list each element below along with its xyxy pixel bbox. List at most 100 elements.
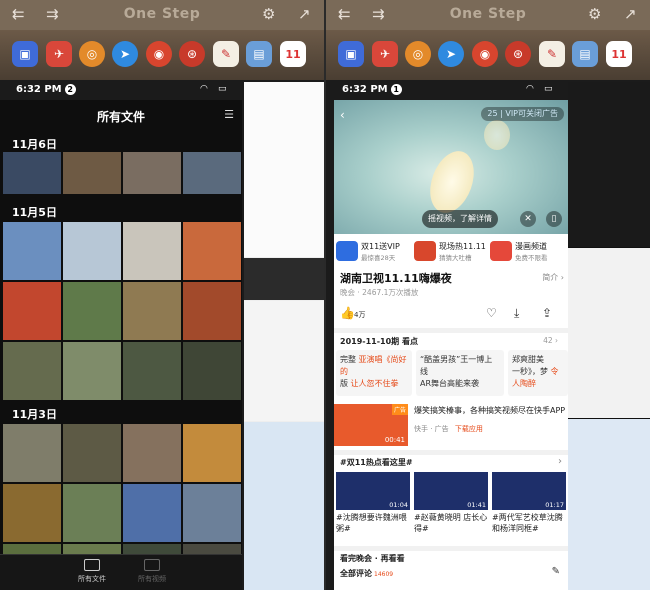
photo-thumbnail[interactable] [183, 342, 241, 400]
list-menu-icon[interactable]: ☰ [224, 108, 234, 121]
sina-weibo-icon[interactable]: ⊛ [179, 41, 205, 67]
photo-thumbnail[interactable] [123, 484, 181, 542]
photo-thumbnail[interactable] [3, 484, 61, 542]
photos-app: 所有文件 ☰ 11月6日 11月5日 11月3日 所有文件 所有视频 [0, 100, 242, 590]
video-duration: 01:04 [389, 501, 408, 509]
photo-grid [3, 222, 241, 400]
calendar-icon[interactable]: 11 [606, 41, 632, 67]
episode-card[interactable]: “酷盖男孩”王一博上线 AR舞台高能来袭 [416, 350, 504, 396]
photo-thumbnail[interactable] [63, 484, 121, 542]
recent-apps-strip[interactable] [568, 82, 650, 590]
tab-all-videos[interactable]: 所有视频 [122, 559, 182, 584]
video-player[interactable]: ‹ 25 | VIP可关闭广告 摇视频，了解详情 ✕ ▯ [334, 100, 568, 234]
notification-badge: 1 [390, 84, 402, 95]
app-thumbnail[interactable] [568, 82, 650, 247]
app-thumbnail[interactable] [244, 422, 324, 590]
photo-thumbnail[interactable] [183, 282, 241, 340]
paper-plane-icon[interactable]: ➤ [438, 41, 464, 67]
weibo-icon[interactable]: ◉ [472, 41, 498, 67]
promo-subtitle: 免费不限看 [515, 254, 548, 262]
notes-icon[interactable]: ✎ [213, 41, 239, 67]
promo-item[interactable]: 现场热11.11 猜猜大吐槽 [414, 239, 490, 263]
photos-tab-bar: 所有文件 所有视频 [0, 554, 242, 590]
back-arrow-icon[interactable]: ‹ [340, 108, 345, 122]
weibo-icon[interactable]: ◉ [146, 41, 172, 67]
video-thumbnail[interactable]: 01:17 [492, 472, 566, 510]
photo-thumbnail[interactable] [183, 152, 241, 194]
photo-thumbnail[interactable] [123, 342, 181, 400]
photo-thumbnail[interactable] [123, 152, 181, 194]
tab-all-files[interactable]: 所有文件 [62, 559, 122, 584]
ad-thumbnail[interactable]: 广告 00:41 [334, 404, 408, 446]
finder-icon[interactable]: ▣ [338, 41, 364, 67]
gear-icon[interactable]: ⚙ [262, 5, 275, 23]
download-app-link[interactable]: 下载应用 [455, 425, 483, 433]
diagonal-arrow-icon[interactable]: ↗ [298, 5, 311, 23]
episode-card[interactable]: 完整 亚演唱《尚好的版 让人忽不住拳 [336, 350, 412, 396]
hot-video-card[interactable]: 01:17 #两代军艺校草沈腾和杨洋同框# [492, 472, 566, 534]
app-thumbnail[interactable] [244, 258, 324, 300]
sina-weibo-icon[interactable]: ⊛ [505, 41, 531, 67]
photo-thumbnail[interactable] [3, 282, 61, 340]
photo-thumbnail[interactable] [123, 282, 181, 340]
like-icon[interactable]: 👍 [340, 306, 355, 320]
paper-plane-icon[interactable]: ➤ [112, 41, 138, 67]
app-thumbnail[interactable] [244, 301, 324, 421]
pin-icon[interactable]: ✈ [46, 41, 72, 67]
photo-thumbnail[interactable] [183, 484, 241, 542]
photo-thumbnail[interactable] [63, 152, 121, 194]
video-frame-shape [422, 145, 482, 219]
photo-thumbnail[interactable] [183, 424, 241, 482]
pin-icon[interactable]: ✈ [372, 41, 398, 67]
hot-video-card[interactable]: 01:41 #赵薇黄晓明 店长心得# [414, 472, 488, 534]
promo-icon [490, 241, 512, 261]
vip-ad-badge[interactable]: 25 | VIP可关闭广告 [481, 107, 564, 121]
photo-thumbnail[interactable] [3, 152, 61, 194]
gear-icon[interactable]: ⚙ [588, 5, 601, 23]
photo-thumbnail[interactable] [63, 282, 121, 340]
app-thumbnail[interactable] [244, 82, 324, 257]
shake-button[interactable]: 摇视频，了解详情 [422, 210, 498, 228]
recent-apps-strip[interactable] [244, 82, 324, 590]
promo-item[interactable]: 漫画频道 免费不限看 [490, 239, 566, 263]
preview-icon[interactable]: ▤ [246, 41, 272, 67]
episode-count[interactable]: 42 › [543, 336, 558, 345]
finder-icon[interactable]: ▣ [12, 41, 38, 67]
calendar-icon[interactable]: 11 [280, 41, 306, 67]
right-screen: ⇇ ⇉ One Step ⚙ ↗ ▣ ✈ ◎ ➤ ◉ ⊛ ✎ ▤ 11 6:32… [326, 0, 650, 590]
photo-thumbnail[interactable] [123, 222, 181, 280]
photo-thumbnail[interactable] [3, 222, 61, 280]
add-icon[interactable]: ♡ [486, 306, 497, 320]
divider [334, 450, 568, 455]
video-thumbnail[interactable]: 01:04 [336, 472, 410, 510]
photo-thumbnail[interactable] [63, 342, 121, 400]
share-icon[interactable]: ⇪ [542, 306, 552, 320]
episode-card[interactable]: 郑爽甜美 一秒》，梦 令人陶醉 [508, 350, 568, 396]
preview-icon[interactable]: ▤ [572, 41, 598, 67]
intro-link[interactable]: 简介 › [542, 272, 564, 283]
app-thumbnail[interactable] [568, 248, 650, 418]
video-duration: 01:41 [467, 501, 486, 509]
hot-video-card[interactable]: 01:04 #沈腾想要许魏洲喂粥# [336, 472, 410, 534]
promo-item[interactable]: 双11送VIP 最惊喜28天 [336, 239, 412, 263]
diagonal-arrow-icon[interactable]: ↗ [624, 5, 637, 23]
video-thumbnail[interactable]: 01:41 [414, 472, 488, 510]
photo-thumbnail[interactable] [183, 222, 241, 280]
notes-icon[interactable]: ✎ [539, 41, 565, 67]
ad-text: 爆笑搞笑榛事，各种搞笑视频尽在快手APP [414, 406, 566, 415]
mute-icon[interactable]: ✕ [520, 211, 536, 227]
photo-thumbnail[interactable] [3, 424, 61, 482]
pen-icon[interactable]: ✎ [552, 566, 560, 577]
photo-thumbnail[interactable] [63, 424, 121, 482]
pip-icon[interactable]: ▯ [546, 211, 562, 227]
magnifier-icon[interactable]: ◎ [79, 41, 105, 67]
photo-thumbnail[interactable] [3, 342, 61, 400]
download-icon[interactable]: ⤓ [514, 306, 519, 321]
chevron-right-icon[interactable]: › [558, 456, 562, 467]
photo-thumbnail[interactable] [63, 222, 121, 280]
photo-thumbnail[interactable] [123, 424, 181, 482]
magnifier-icon[interactable]: ◎ [405, 41, 431, 67]
ad-row[interactable]: 广告 00:41 爆笑搞笑榛事，各种搞笑视频尽在快手APP 快手 · 广告 下载… [334, 402, 568, 448]
video-caption: #两代军艺校草沈腾和杨洋同框# [492, 513, 563, 533]
app-thumbnail[interactable] [568, 419, 650, 590]
